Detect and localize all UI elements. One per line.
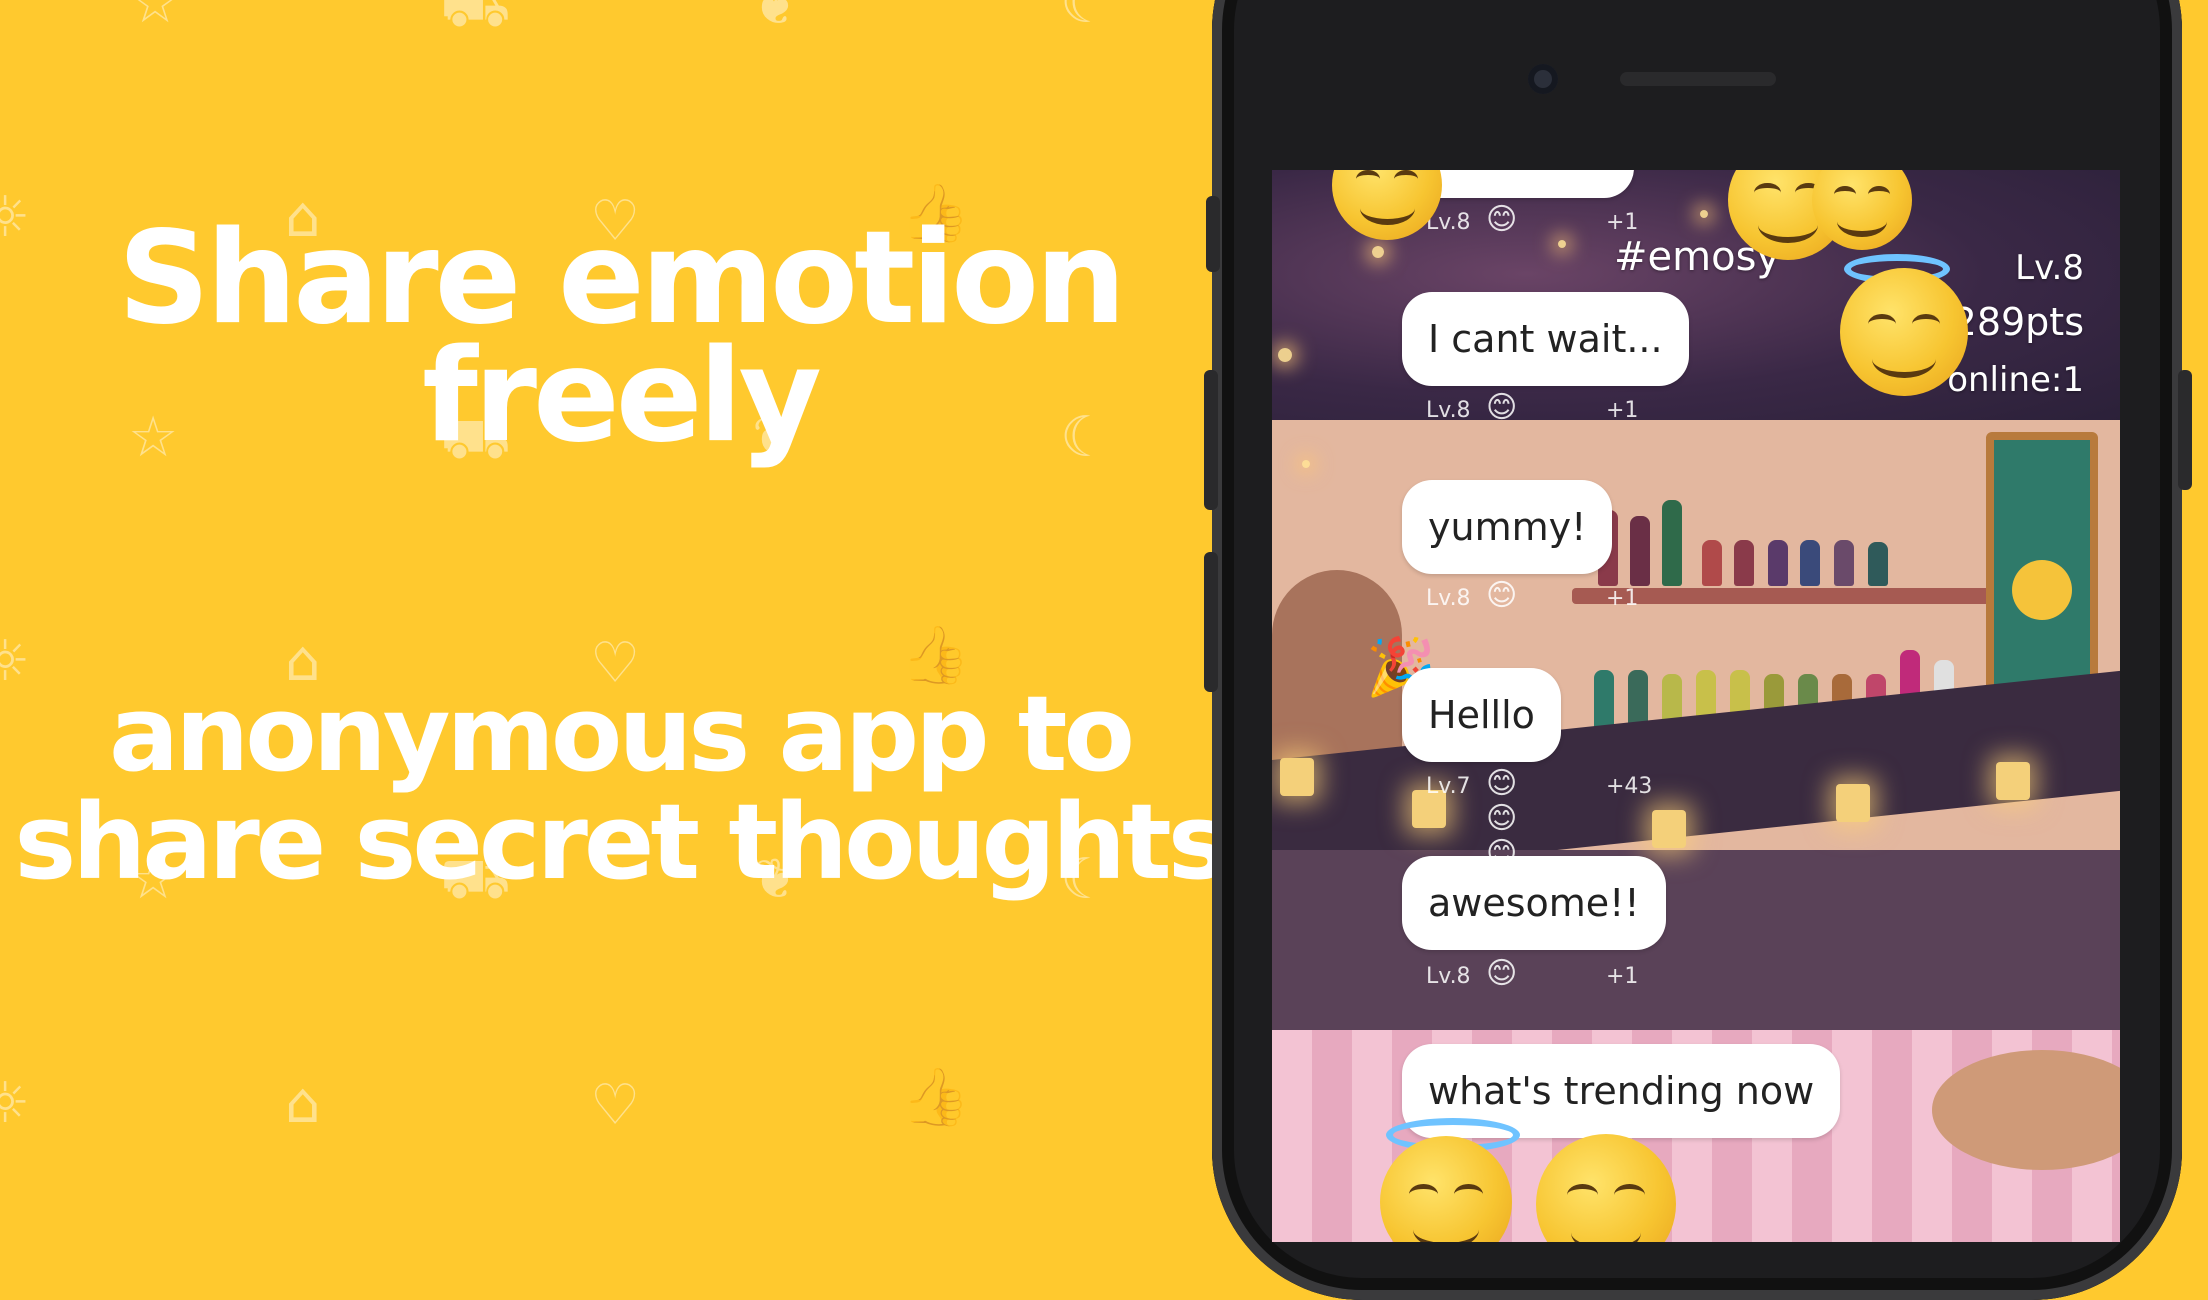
bottle [1834, 540, 1854, 586]
headline-line-1: Share emotion [117, 204, 1126, 353]
bottle [1734, 540, 1754, 586]
reaction-count: +1 [1606, 398, 1639, 423]
message-level: Lv.8 [1426, 586, 1471, 611]
promo-subline: anonymous app to share secret thoughts [0, 680, 1240, 896]
headline-line-2: freely [422, 322, 822, 471]
bar-shelf [1692, 588, 2032, 604]
user-points: 289pts [1952, 300, 2084, 344]
message-meta: Lv.8 😊 +1 [1426, 578, 1638, 613]
candle [1836, 784, 1870, 822]
online-count: online:1 [1947, 360, 2084, 400]
subline-line-1: anonymous app to [109, 673, 1135, 795]
light-sparkle [1278, 348, 1292, 362]
front-camera [1528, 64, 1558, 94]
bottle [1868, 542, 1888, 586]
leaf-icon: ❦ [752, 0, 799, 38]
thumbs-up-icon: 👍 [900, 1065, 970, 1130]
smiling-halo-emoji-icon [1840, 268, 1968, 396]
volume-up-button [1204, 370, 1218, 510]
earpiece-speaker [1620, 72, 1776, 86]
candle [1652, 810, 1686, 848]
heart-icon: ♡ [590, 1073, 641, 1138]
bottle [1768, 540, 1788, 586]
user-level: Lv.8 [2015, 248, 2084, 288]
star-icon: ☆ [130, 0, 181, 36]
volume-down-button [1204, 552, 1218, 692]
candle [1996, 762, 2030, 800]
message-meta: Lv.8 😊 +1 [1426, 390, 1638, 425]
truck-icon: ⛟ [440, 0, 511, 40]
sun-icon: ☼ [0, 1071, 31, 1136]
moon-icon: ☾ [1060, 0, 1111, 36]
chat-bubble[interactable]: awesome!! [1402, 856, 1666, 950]
smiley-sign-icon [2012, 560, 2072, 620]
light-sparkle [1558, 240, 1566, 248]
bottle [1800, 540, 1820, 586]
bottle [1630, 516, 1650, 586]
message-level: Lv.8 [1426, 398, 1471, 423]
chat-bubble[interactable]: yummy! [1402, 480, 1613, 574]
reaction-count: +43 [1606, 774, 1653, 799]
chat-bubble[interactable]: Helllo [1402, 668, 1561, 762]
reaction-emoji[interactable]: 😊 [1486, 202, 1517, 237]
reaction-count: +1 [1606, 964, 1639, 989]
bottle [1662, 500, 1682, 586]
light-sparkle [1302, 460, 1310, 468]
message-level: Lv.8 [1426, 964, 1471, 989]
app-screen[interactable]: #emosy Lv.8 289pts online:1 Lv.8 😊 +1 I … [1272, 170, 2120, 1242]
bar-counter-front [1272, 850, 2120, 1050]
light-sparkle [1372, 246, 1384, 258]
bread-icon: ⌂ [285, 1071, 321, 1136]
bottle [1702, 540, 1722, 586]
chat-bubble[interactable]: I cant wait... [1402, 292, 1689, 386]
subline-line-2: share secret thoughts [14, 781, 1229, 903]
reaction-emoji[interactable]: 😊 [1486, 390, 1517, 425]
message-meta: Lv.7 😊😊😊 +43 [1426, 766, 1652, 871]
message-level: Lv.7 [1426, 774, 1471, 799]
mute-switch [1206, 196, 1220, 272]
reaction-count: +1 [1606, 586, 1639, 611]
message-meta: Lv.8 😊 +1 [1426, 956, 1638, 991]
candle [1280, 758, 1314, 796]
light-sparkle [1700, 210, 1708, 218]
power-button [2178, 370, 2192, 490]
reaction-count: +1 [1606, 210, 1639, 235]
reaction-emoji[interactable]: 😊 [1486, 956, 1517, 991]
promo-headline: Share emotion freely [0, 204, 1240, 471]
reaction-emoji[interactable]: 😊 [1486, 578, 1517, 613]
